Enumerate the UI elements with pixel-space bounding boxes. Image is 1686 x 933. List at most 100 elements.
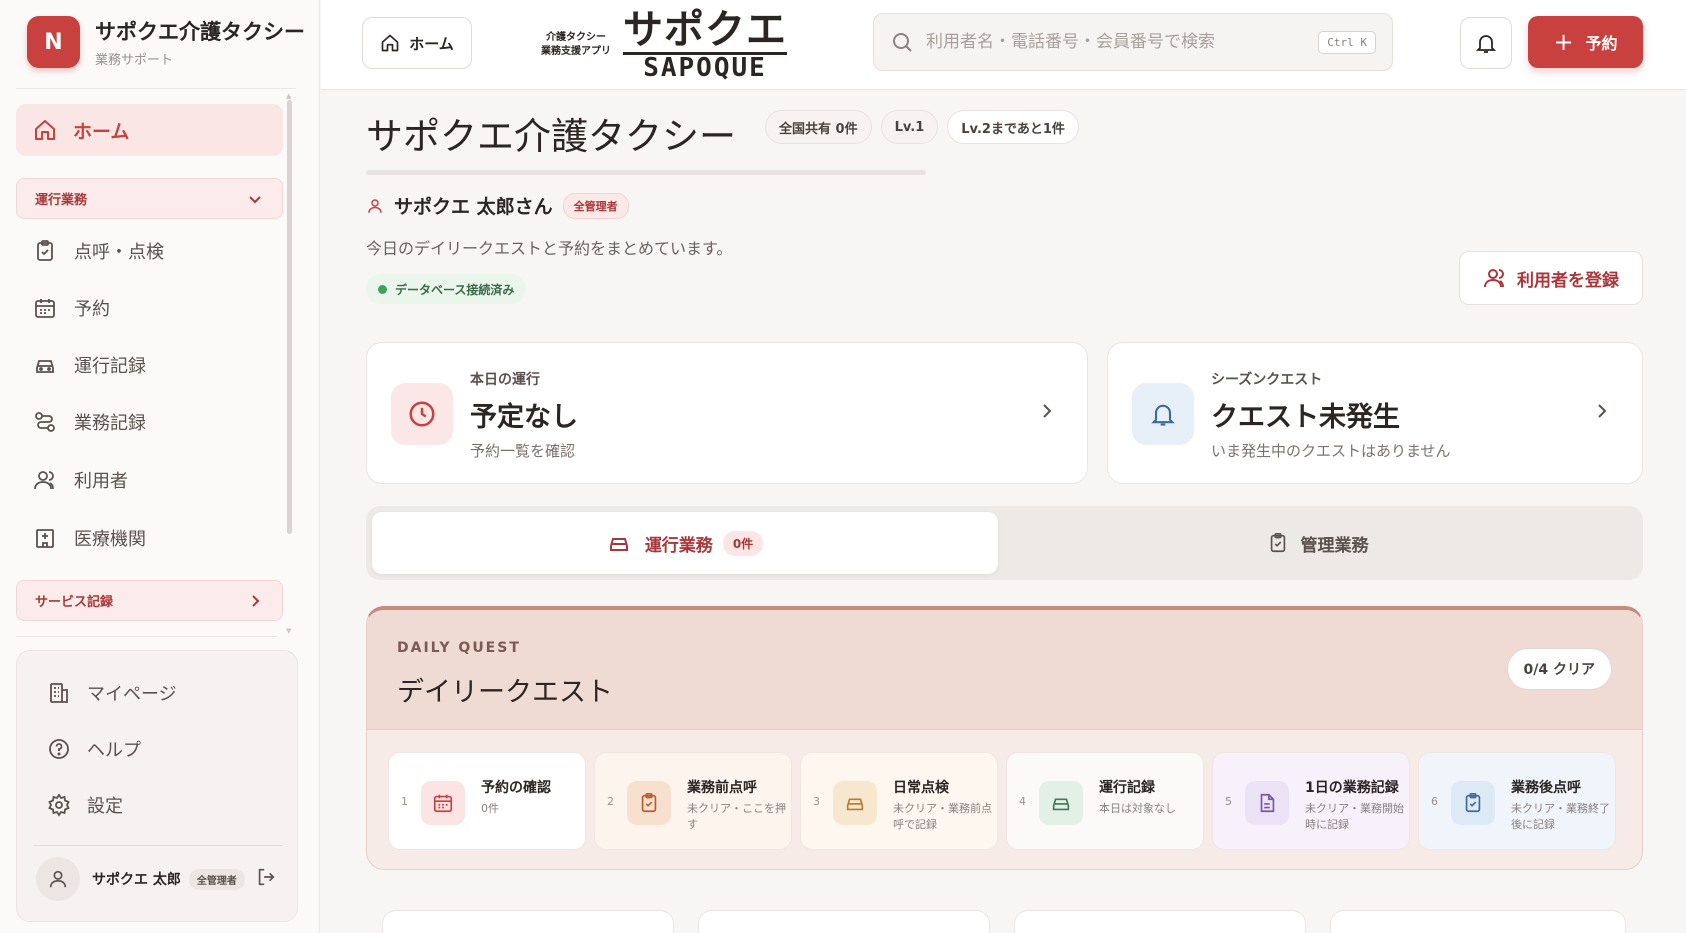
sidebar-scrollbar[interactable] <box>287 100 292 534</box>
current-user[interactable]: サポクエ 太郎 全管理者 <box>36 857 286 901</box>
quest-item-trip-log[interactable]: 4 運行記録 本日は対象なし <box>1006 752 1204 850</box>
bell-icon <box>1132 383 1194 445</box>
brand[interactable]: N サポクエ介護タクシー 業務サポート <box>27 16 305 68</box>
logout-button[interactable] <box>255 866 277 892</box>
topbar: ホーム 介護タクシー 業務支援アプリ サポクエ SAPOQUE Ctrl K +… <box>321 0 1686 90</box>
role-badge: 全管理者 <box>188 868 245 890</box>
tab-administration[interactable]: 管理業務 <box>998 512 1637 574</box>
quest-number: 1 <box>401 795 408 808</box>
sidebar-item-label: 医療機関 <box>74 529 146 550</box>
quest-clear-badge: 0/4 クリア <box>1506 648 1612 690</box>
tab-operations[interactable]: 運行業務 0件 <box>372 512 998 574</box>
quest-item-daily-inspection[interactable]: 3 日常点検 未クリア・業務前点呼で記録 <box>800 752 998 850</box>
tab-label: 運行業務 <box>644 535 713 556</box>
sidebar-group-label: サービス記録 <box>35 595 114 610</box>
add-user-icon <box>1484 269 1504 288</box>
logo-subtitle-2: 業務支援アプリ <box>541 45 611 57</box>
quest-item-post-rollcall[interactable]: 6 業務後点呼 未クリア・業務終了後に記録 <box>1418 752 1616 850</box>
greeting: サポクエ 太郎さん 全管理者 <box>366 192 629 219</box>
summary-card[interactable] <box>1014 910 1306 933</box>
search-shortcut-hint: Ctrl K <box>1318 30 1376 54</box>
quest-number: 4 <box>1019 795 1026 808</box>
search-input[interactable] <box>926 32 1319 52</box>
scroll-up-arrow[interactable]: ▲ <box>286 92 291 100</box>
shared-count-badge: 全国共有 0件 <box>765 110 872 144</box>
role-badge: 全管理者 <box>562 192 629 219</box>
quest-status: 0件 <box>481 802 499 815</box>
menu-item-label: ヘルプ <box>87 740 141 761</box>
level-progress-bar <box>366 170 926 175</box>
quest-title: 業務前点呼 <box>687 780 757 796</box>
sidebar-group-ops[interactable]: 運行業務 <box>16 178 283 219</box>
card-value: クエスト未発生 <box>1211 402 1400 433</box>
quest-title: 業務後点呼 <box>1511 780 1581 796</box>
card-kicker: 本日の運行 <box>470 372 540 388</box>
sidebar-item-rollcall[interactable]: 点呼・点検 <box>16 228 283 274</box>
quest-status: 本日は対象なし <box>1099 802 1176 815</box>
menu-item-label: マイページ <box>87 684 177 705</box>
sidebar-item-medical[interactable]: 医療機関 <box>16 515 283 561</box>
route-icon <box>35 412 55 432</box>
summary-card[interactable] <box>1330 910 1626 933</box>
notifications-button[interactable] <box>1460 17 1512 69</box>
quest-title: 運行記録 <box>1099 780 1155 796</box>
sidebar-item-work-log[interactable]: 業務記録 <box>16 399 283 445</box>
sidebar-group-service[interactable]: サービス記録 <box>16 580 283 621</box>
task-tabs: 運行業務 0件 管理業務 <box>366 506 1643 580</box>
card-subtext: 予約一覧を確認 <box>470 442 576 460</box>
quest-title: 日常点検 <box>893 780 949 796</box>
chevron-right-icon <box>252 594 260 607</box>
daily-quest-title: デイリークエスト <box>397 677 613 708</box>
register-user-button[interactable]: 利用者を登録 <box>1459 251 1643 305</box>
sidebar-item-trip-log[interactable]: 運行記録 <box>16 342 283 388</box>
quest-item-reservation[interactable]: 1 予約の確認 0件 <box>388 752 586 850</box>
car-icon <box>1039 781 1083 825</box>
search-bar[interactable]: Ctrl K <box>873 13 1393 71</box>
quest-status: 未クリア・業務開始時に記録 <box>1305 802 1404 831</box>
scroll-down-arrow[interactable]: ▼ <box>286 627 291 635</box>
db-status-badge: データベース接続済み <box>366 274 527 304</box>
season-quest-card[interactable]: シーズンクエスト クエスト未発生 いま発生中のクエストはありません <box>1107 342 1643 484</box>
user-panel: マイページ ヘルプ 設定 サポクエ 太郎 全管理者 <box>16 650 298 922</box>
quest-title: 1日の業務記録 <box>1305 780 1399 796</box>
divider <box>16 636 278 637</box>
menu-item-label: 設定 <box>87 796 123 817</box>
menu-item-help[interactable]: ヘルプ <box>47 729 141 769</box>
sidebar-item-users[interactable]: 利用者 <box>16 457 283 503</box>
calendar-icon <box>421 781 465 825</box>
today-trips-card[interactable]: 本日の運行 予定なし 予約一覧を確認 <box>366 342 1088 484</box>
logout-icon <box>258 868 275 886</box>
app-logo[interactable]: 介護タクシー 業務支援アプリ サポクエ SAPOQUE <box>541 8 787 81</box>
clipboard-check-icon <box>1270 533 1285 553</box>
sidebar-item-label: ホーム <box>73 120 130 143</box>
quest-title: 予約の確認 <box>481 780 551 796</box>
sidebar: N サポクエ介護タクシー 業務サポート ▲ ▼ ホーム 運行業務 点呼・点検 予… <box>0 0 320 933</box>
calendar-icon <box>35 299 55 318</box>
hospital-icon <box>36 529 54 548</box>
menu-item-settings[interactable]: 設定 <box>47 785 123 825</box>
menu-item-mypage[interactable]: マイページ <box>47 673 177 713</box>
new-reservation-button[interactable]: + 予約 <box>1528 16 1643 68</box>
home-button[interactable]: ホーム <box>362 17 472 69</box>
plus-icon: + <box>1553 28 1574 56</box>
clipboard-check-icon <box>1451 781 1495 825</box>
car-icon <box>609 538 628 551</box>
search-icon <box>893 33 912 52</box>
summary-card[interactable] <box>382 910 674 933</box>
daily-quest-kicker: DAILY QUEST <box>397 640 521 656</box>
clipboard-check-icon <box>627 781 671 825</box>
quest-item-pre-rollcall[interactable]: 2 業務前点呼 未クリア・ここを押す <box>594 752 792 850</box>
sidebar-item-label: 運行記録 <box>74 356 146 377</box>
quest-item-work-record[interactable]: 5 1日の業務記録 未クリア・業務開始時に記録 <box>1212 752 1410 850</box>
home-icon <box>381 34 399 52</box>
quest-number: 2 <box>607 795 614 808</box>
sidebar-item-reservation[interactable]: 予約 <box>16 285 283 331</box>
sidebar-item-home[interactable]: ホーム <box>16 104 283 156</box>
greeting-user-name: サポクエ 太郎さん <box>394 196 553 218</box>
sidebar-item-label: 利用者 <box>74 471 128 492</box>
divider <box>16 88 296 89</box>
summary-card[interactable] <box>698 910 990 933</box>
status-dot <box>378 284 387 294</box>
logo-subtitle-1: 介護タクシー <box>546 31 606 43</box>
quest-status: 未クリア・業務前点呼で記録 <box>893 802 992 831</box>
